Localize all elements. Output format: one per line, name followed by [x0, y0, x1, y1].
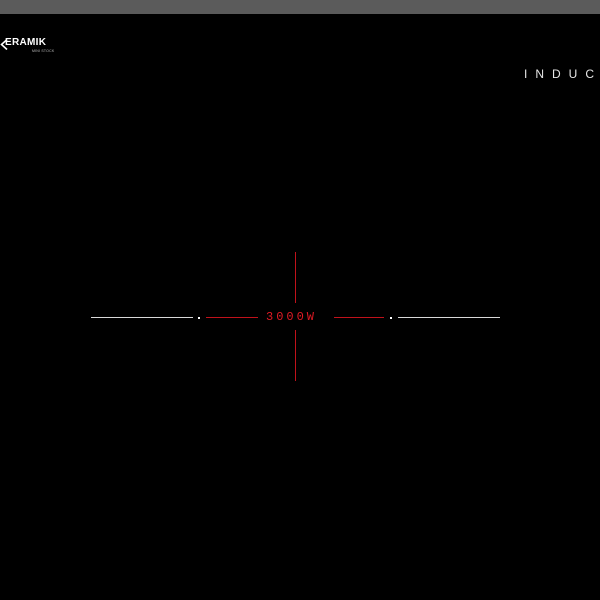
top-bar [0, 0, 600, 14]
brand-logo: ERAMIK MINI STOCK [0, 37, 60, 57]
burner-marker-top [295, 252, 296, 303]
burner-marker-bottom [295, 330, 296, 381]
brand-name: ERAMIK [5, 37, 47, 48]
axis-line-right [398, 317, 500, 318]
hob-title: INDUC [524, 67, 600, 81]
axis-line-left [91, 317, 193, 318]
power-label: 3000W [266, 310, 318, 324]
burner-marker-right [334, 317, 384, 318]
burner-marker-left [206, 317, 258, 318]
axis-dot-right [390, 316, 392, 319]
axis-dot-left [198, 316, 200, 319]
brand-tagline: MINI STOCK [32, 49, 55, 53]
hob-panel: ERAMIK MINI STOCK INDUC 3000W [0, 14, 600, 600]
